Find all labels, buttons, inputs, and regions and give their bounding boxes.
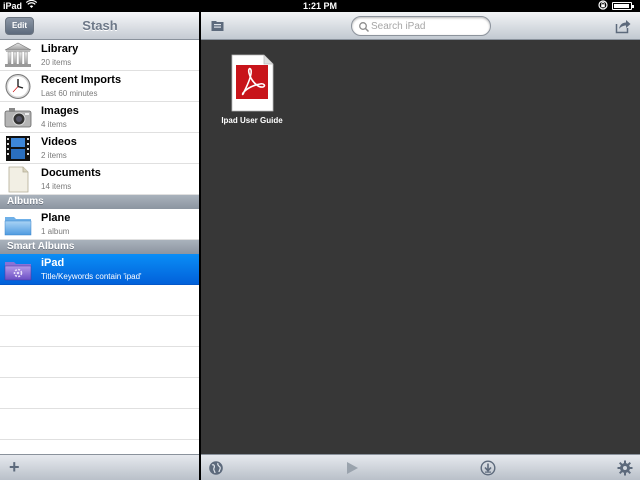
sidebar-toolbar: +	[0, 454, 199, 480]
download-icon[interactable]	[480, 460, 496, 476]
battery-fill	[614, 4, 630, 8]
rotation-lock-icon	[598, 0, 608, 12]
battery-icon	[612, 2, 634, 10]
search-icon	[358, 20, 370, 33]
empty-row	[0, 285, 199, 316]
add-album-button[interactable]: +	[9, 457, 20, 477]
sidebar-item-title: Plane	[41, 212, 71, 224]
pdf-icon	[230, 54, 274, 112]
main-toolbar	[201, 454, 640, 480]
clock-icon	[4, 73, 32, 100]
sidebar-item-title: Images	[41, 105, 79, 117]
empty-row	[0, 347, 199, 378]
clock-time: 1:21 PM	[302, 1, 337, 11]
film-icon	[4, 135, 32, 162]
main-pane: Ipad User Guide	[201, 12, 640, 480]
section-header-smart-albums: Smart Albums	[0, 240, 199, 254]
folder-icon	[4, 211, 32, 238]
empty-row	[0, 409, 199, 440]
empty-row	[0, 316, 199, 347]
main-nav-bar	[201, 12, 640, 40]
sidebar-item-videos[interactable]: Videos 2 items	[0, 133, 199, 164]
sidebar-item-subtitle: 1 album	[41, 227, 70, 236]
camera-icon	[4, 104, 32, 131]
play-icon[interactable]	[344, 460, 360, 476]
sidebar-item-library[interactable]: Library 20 items	[0, 40, 199, 71]
sidebar-item-title: Library	[41, 43, 79, 55]
globe-icon[interactable]	[208, 460, 224, 476]
gear-icon[interactable]	[617, 460, 633, 476]
share-icon[interactable]	[615, 18, 631, 34]
document-icon	[4, 166, 32, 193]
sidebar-item-title: Recent Imports	[41, 74, 122, 86]
sidebar-item-subtitle: Title/Keywords contain 'ipad'	[41, 272, 142, 281]
smart-folder-icon	[4, 256, 32, 283]
status-bar: iPad 1:21 PM	[0, 0, 640, 12]
file-item[interactable]: Ipad User Guide	[217, 54, 287, 144]
section-header-albums: Albums	[0, 195, 199, 209]
sidebar-nav-bar: Edit Stash	[0, 12, 199, 40]
sidebar-item-title: Documents	[41, 167, 101, 179]
sidebar-item-images[interactable]: Images 4 items	[0, 102, 199, 133]
sidebar-item-subtitle: Last 60 minutes	[41, 89, 98, 98]
sidebar-item-subtitle: 2 items	[41, 151, 67, 160]
sidebar-item-recent-imports[interactable]: Recent Imports Last 60 minutes	[0, 71, 199, 102]
sidebar-item-subtitle: 20 items	[41, 58, 72, 67]
library-icon	[4, 42, 32, 69]
sidebar: Edit Stash Library 20 items Recent Impor…	[0, 12, 200, 480]
empty-row	[0, 378, 199, 409]
sidebar-item-subtitle: 14 items	[41, 182, 72, 191]
file-grid: Ipad User Guide	[201, 40, 640, 454]
sidebar-item-plane[interactable]: Plane 1 album	[0, 209, 199, 240]
sidebar-title: Stash	[82, 18, 118, 33]
search-input[interactable]	[371, 20, 486, 33]
sidebar-item-subtitle: 4 items	[41, 120, 67, 129]
search-field[interactable]	[351, 16, 491, 36]
sidebar-item-documents[interactable]: Documents 14 items	[0, 164, 199, 195]
file-name: Ipad User Guide	[221, 116, 283, 125]
folder-tree-icon[interactable]	[211, 19, 224, 32]
sidebar-item-title: Videos	[41, 136, 77, 148]
sidebar-item-title: iPad	[41, 257, 65, 269]
sidebar-item-ipad[interactable]: iPad Title/Keywords contain 'ipad'	[0, 254, 199, 285]
